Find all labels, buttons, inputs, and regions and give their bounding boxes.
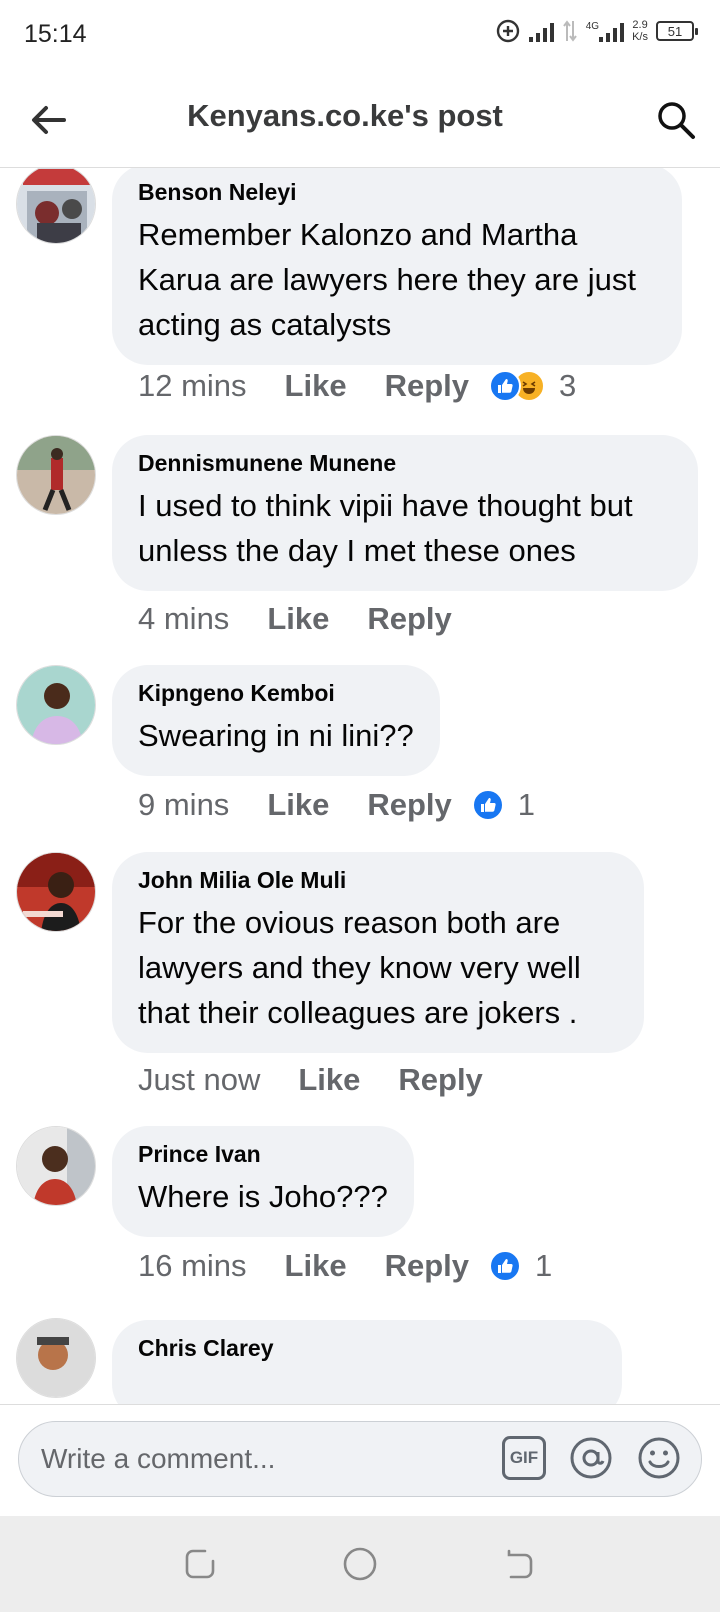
like-button[interactable]: Like <box>285 368 347 404</box>
mobile-network: 4G <box>585 20 625 42</box>
speed-unit: K/s <box>632 31 648 43</box>
comment-text: For the ovious reason both are lawyers a… <box>138 905 581 1030</box>
reply-button[interactable]: Reply <box>367 787 451 823</box>
avatar[interactable] <box>16 1318 96 1398</box>
network-type: 4G <box>585 21 600 32</box>
comment-actions: 16 mins Like Reply 1 <box>138 1248 552 1284</box>
composer-icons: GIF <box>502 1435 682 1481</box>
like-button[interactable]: Like <box>267 787 329 823</box>
status-time: 15:14 <box>24 20 87 48</box>
status-icons: 4G 2.9 K/s 51 <box>495 18 698 44</box>
comment-author[interactable]: Dennismunene Munene <box>138 449 672 477</box>
reaction-count: 1 <box>535 1248 553 1283</box>
comment-actions: 9 mins Like Reply 1 <box>138 787 535 823</box>
avatar[interactable] <box>16 435 96 515</box>
signal-bars-icon <box>599 20 625 42</box>
home-circle-icon <box>343 1547 377 1581</box>
speed-value: 2.9 <box>632 19 648 31</box>
comment-bubble[interactable]: Kipngeno Kemboi Swearing in ni lini?? <box>112 665 440 776</box>
like-reaction-icon <box>489 1250 521 1282</box>
avatar[interactable] <box>16 1126 96 1206</box>
back-nav-icon <box>507 1549 533 1579</box>
reply-button[interactable]: Reply <box>367 601 451 637</box>
recents-icon <box>185 1549 215 1579</box>
reply-button[interactable]: Reply <box>385 368 469 404</box>
battery-level: 51 <box>667 23 683 39</box>
like-button[interactable]: Like <box>285 1248 347 1284</box>
search-icon <box>658 102 695 139</box>
comment-time[interactable]: 16 mins <box>138 1248 247 1284</box>
reaction-count: 1 <box>517 787 536 822</box>
comment-time[interactable]: 9 mins <box>138 787 229 823</box>
reaction-summary[interactable]: 3 <box>489 368 576 404</box>
like-reaction-icon <box>489 370 521 402</box>
home-button[interactable] <box>336 1540 384 1588</box>
avatar[interactable] <box>16 168 96 244</box>
comment-actions: 4 mins Like Reply <box>138 601 452 637</box>
comment-text: Remember Kalonzo and Martha Karua are la… <box>138 217 636 342</box>
data-transfer-icon <box>562 20 577 42</box>
comment-author[interactable]: Kipngeno Kemboi <box>138 679 414 707</box>
comment-author[interactable]: Prince Ivan <box>138 1140 388 1168</box>
reaction-count: 3 <box>559 368 577 403</box>
comment-time[interactable]: 4 mins <box>138 601 229 637</box>
comment-author[interactable]: John Milia Ole Muli <box>138 866 618 894</box>
comment-author[interactable]: Chris Clarey <box>138 1334 596 1362</box>
comment-list[interactable]: Benson Neleyi Remember Kalonzo and Marth… <box>0 168 720 1404</box>
status-bar: 15:14 4G 2.9 K/s 51 <box>0 0 720 72</box>
comment-bubble[interactable]: Benson Neleyi Remember Kalonzo and Marth… <box>112 168 682 365</box>
comment-bubble[interactable]: Dennismunene Munene I used to think vipi… <box>112 435 698 591</box>
comment-time[interactable]: Just now <box>138 1062 260 1098</box>
comment-composer: GIF <box>0 1404 720 1516</box>
battery-icon: 51 <box>656 21 698 41</box>
mention-button[interactable] <box>568 1435 614 1481</box>
emoji-button[interactable] <box>636 1435 682 1481</box>
comment-bubble[interactable]: Chris Clarey <box>112 1320 622 1404</box>
like-reaction-icon <box>471 789 504 821</box>
reply-button[interactable]: Reply <box>398 1062 482 1098</box>
recents-button[interactable] <box>176 1540 224 1588</box>
signal-bars-icon <box>528 20 554 42</box>
system-nav-bar <box>0 1516 720 1612</box>
comment-bubble[interactable]: Prince Ivan Where is Joho??? <box>112 1126 414 1237</box>
comment-text: Where is Joho??? <box>138 1179 388 1214</box>
back-nav-button[interactable] <box>496 1540 544 1588</box>
data-saver-icon <box>496 19 519 43</box>
comment-author[interactable]: Benson Neleyi <box>138 178 656 206</box>
reply-button[interactable]: Reply <box>385 1248 469 1284</box>
reaction-summary[interactable]: 1 <box>489 1248 552 1284</box>
search-button[interactable] <box>650 94 702 146</box>
comment-actions: 12 mins Like Reply 3 <box>138 368 576 404</box>
reaction-summary[interactable]: 1 <box>471 787 536 823</box>
gif-button[interactable]: GIF <box>502 1436 546 1480</box>
at-sign-icon <box>570 1437 612 1479</box>
avatar[interactable] <box>16 665 96 745</box>
comment-text: Swearing in ni lini?? <box>138 718 414 753</box>
avatar[interactable] <box>16 852 96 932</box>
comment-bubble[interactable]: John Milia Ole Muli For the ovious reaso… <box>112 852 644 1053</box>
like-button[interactable]: Like <box>298 1062 360 1098</box>
gif-label: GIF <box>509 1448 539 1467</box>
like-button[interactable]: Like <box>267 601 329 637</box>
comment-actions: Just now Like Reply <box>138 1062 483 1098</box>
post-header: Kenyans.co.ke's post <box>0 72 720 168</box>
page-title: Kenyans.co.ke's post <box>187 98 503 133</box>
smiley-icon <box>638 1437 680 1479</box>
comment-time[interactable]: 12 mins <box>138 368 247 404</box>
comment-text: I used to think vipii have thought but u… <box>138 488 633 568</box>
network-speed: 2.9 K/s <box>632 19 648 43</box>
